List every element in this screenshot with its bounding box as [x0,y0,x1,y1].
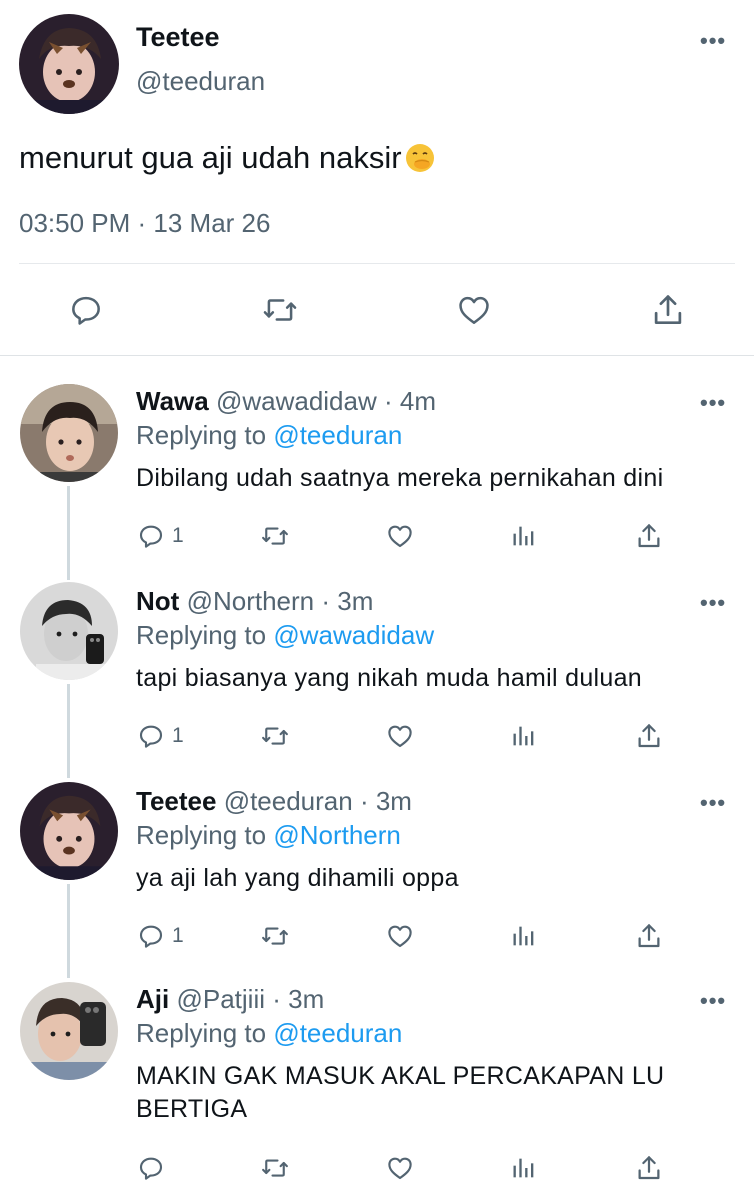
author-handle[interactable]: @wawadidaw [216,386,377,416]
reply-button[interactable]: 1 [136,516,184,556]
reply-button[interactable] [136,1148,172,1188]
timestamp[interactable]: · 3m [321,586,373,616]
author-name[interactable]: Teetee [136,786,216,816]
analytics-icon[interactable] [510,916,538,956]
more-options-icon[interactable]: ••• [700,790,726,816]
more-options-icon[interactable]: ••• [700,28,726,54]
retweet-icon[interactable] [258,716,292,756]
timestamp[interactable]: · 3m [360,786,412,816]
share-icon[interactable] [648,286,688,334]
action-bar: 1 [0,916,754,956]
reply-header: Wawa @wawadidaw · 4m [136,386,436,417]
like-icon[interactable] [384,1148,416,1188]
tweet-text: ya aji lah yang dihamili oppa [136,864,459,892]
tweet-text-content: menurut gua aji udah naksir [19,140,402,175]
timestamp[interactable]: · 4m [384,386,436,416]
like-icon[interactable] [384,716,416,756]
reply-tweet: Aji @Patjiii · 3m ••• Replying to @teedu… [0,980,754,1200]
analytics-icon[interactable] [510,1148,538,1188]
reply-header: Not @Northern · 3m [136,586,373,617]
reply-icon [139,525,163,548]
reply-count: 1 [172,724,184,747]
share-icon[interactable] [634,1148,664,1188]
mention-link[interactable]: @Northern [273,820,401,850]
reply-button[interactable]: 1 [136,716,184,756]
avatar[interactable] [20,982,118,1080]
avatar[interactable] [20,384,118,482]
author-name[interactable]: Wawa [136,386,209,416]
mention-link[interactable]: @teeduran [273,420,402,450]
analytics-icon[interactable] [510,716,538,756]
replying-to: Replying to @wawadidaw [136,620,434,651]
reply-count: 1 [172,924,184,947]
retweet-icon[interactable] [258,916,292,956]
share-icon[interactable] [634,716,664,756]
author-name[interactable]: Not [136,586,179,616]
tweet-text: MAKIN GAK MASUK AKAL PERCAKAPAN LU BERTI… [136,1062,665,1123]
face-with-hand-over-mouth-emoji [404,142,436,174]
replying-to-label: Replying to [136,620,274,650]
action-bar: 1 [0,716,754,756]
tweet-text: tapi biasanya yang nikah muda hamil dulu… [136,664,642,692]
like-icon[interactable] [454,286,494,334]
reply-count: 1 [172,524,184,547]
avatar[interactable] [20,582,118,680]
reply-tweet: Teetee @teeduran · 3m ••• Replying to @N… [0,782,754,982]
author-handle[interactable]: @Patjiii [176,984,265,1014]
replying-to: Replying to @teeduran [136,1018,402,1049]
replying-to-label: Replying to [136,1018,274,1048]
action-bar: 1 [0,516,754,556]
mention-link[interactable]: @wawadidaw [273,620,434,650]
more-options-icon[interactable]: ••• [700,988,726,1014]
tweet-text: menurut gua aji udah naksir [19,140,436,176]
reply-tweet: Not @Northern · 3m ••• Replying to @wawa… [0,582,754,782]
replying-to: Replying to @teeduran [136,420,402,451]
divider [19,263,735,264]
author-name[interactable]: Teetee [136,22,220,53]
main-tweet: Teetee @teeduran ••• menurut gua aji uda… [0,0,754,356]
reply-header: Aji @Patjiii · 3m [136,984,324,1015]
analytics-icon[interactable] [510,516,538,556]
avatar[interactable] [20,782,118,880]
tweet-text: Dibilang udah saatnya mereka pernikahan … [136,464,664,492]
reply-tweet: Wawa @wawadidaw · 4m ••• Replying to @te… [0,382,754,582]
author-handle[interactable]: @teeduran [224,786,353,816]
more-options-icon[interactable]: ••• [700,590,726,616]
mention-link[interactable]: @teeduran [273,1018,402,1048]
reply-icon [139,925,163,948]
reply-header: Teetee @teeduran · 3m [136,786,412,817]
action-bar [0,286,754,334]
more-options-icon[interactable]: ••• [700,390,726,416]
replying-to: Replying to @Northern [136,820,401,851]
reply-button[interactable]: 1 [136,916,184,956]
reply-icon [139,1157,163,1180]
timestamp[interactable]: · 3m [272,984,324,1014]
share-icon[interactable] [634,916,664,956]
author-handle[interactable]: @teeduran [136,66,265,97]
author-handle[interactable]: @Northern [187,586,315,616]
reply-icon [139,725,163,748]
replying-to-label: Replying to [136,820,274,850]
retweet-icon[interactable] [258,1148,292,1188]
retweet-icon[interactable] [260,286,300,334]
timestamp[interactable]: 03:50 PM · 13 Mar 26 [19,208,270,239]
retweet-icon[interactable] [258,516,292,556]
share-icon[interactable] [634,516,664,556]
like-icon[interactable] [384,916,416,956]
reply-icon[interactable] [66,286,106,334]
action-bar [0,1148,754,1188]
replying-to-label: Replying to [136,420,274,450]
divider [0,355,754,356]
like-icon[interactable] [384,516,416,556]
avatar[interactable] [19,14,119,114]
author-name[interactable]: Aji [136,984,169,1014]
